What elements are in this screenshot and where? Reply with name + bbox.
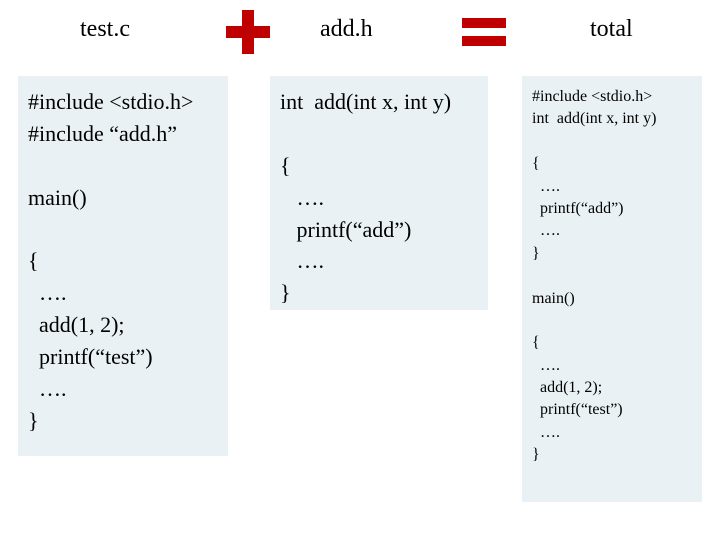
header-row: test.c add.h total	[0, 16, 720, 56]
plus-icon	[226, 10, 270, 54]
header-test: test.c	[80, 16, 130, 43]
header-add: add.h	[320, 16, 373, 43]
equals-icon	[462, 16, 506, 48]
header-total: total	[590, 16, 633, 43]
code-panel-total: #include <stdio.h> int add(int x, int y)…	[522, 76, 702, 502]
code-panel-add: int add(int x, int y) { …. printf(“add”)…	[270, 76, 488, 310]
code-panel-test: #include <stdio.h> #include “add.h” main…	[18, 76, 228, 456]
